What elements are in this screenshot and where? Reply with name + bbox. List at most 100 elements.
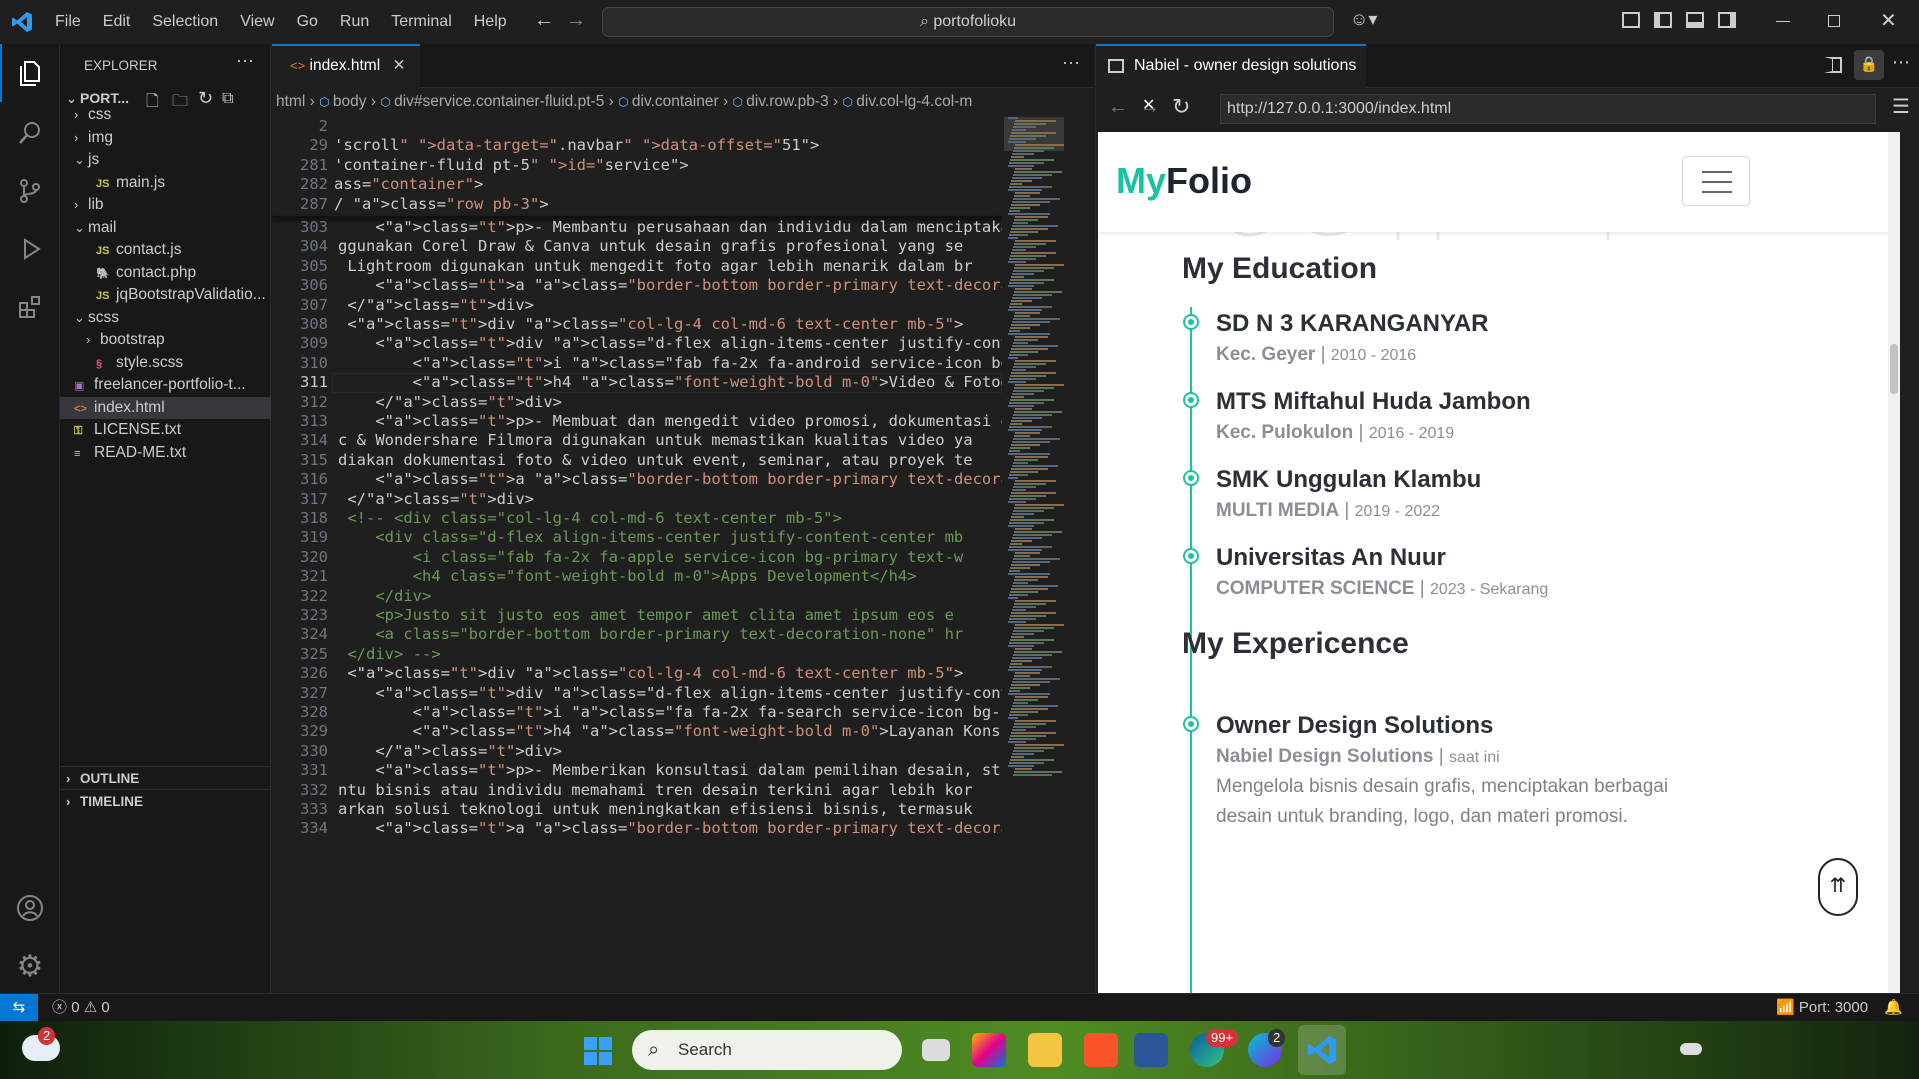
forward-arrow-icon[interactable]: →	[566, 9, 586, 32]
tree-item-jqbootstrapvalidatio-[interactable]: JS jqBootstrapValidatio...	[60, 284, 271, 307]
license-file-icon: ⚿	[74, 425, 83, 437]
chevron-right-icon: ›	[66, 794, 71, 809]
tree-item-bootstrap[interactable]: › bootstrap	[60, 329, 271, 352]
timeline-dot-icon	[1183, 314, 1199, 330]
sticky-scroll-line: 'container-fluid pt-5" ">id="service">	[334, 155, 689, 174]
breadcrumb-item[interactable]: div#service.container-fluid.pt-5	[394, 93, 604, 110]
site-logo[interactable]: MyFolio	[1116, 160, 1252, 202]
tree-item-freelancer-portfolio-t-[interactable]: ▣ freelancer-portfolio-t...	[60, 374, 271, 397]
menu-go[interactable]: Go	[286, 0, 329, 44]
line-number: 324	[300, 625, 328, 644]
page-scrollbar[interactable]	[1888, 132, 1900, 993]
code-line: </"a">class="t">div>	[338, 392, 562, 411]
search-icon[interactable]	[0, 104, 60, 162]
manage-gear-icon[interactable]: ⚙	[0, 937, 60, 995]
accounts-icon[interactable]	[0, 879, 60, 937]
menu-selection[interactable]: Selection	[141, 0, 229, 44]
onedrive-icon[interactable]	[1680, 1043, 1702, 1055]
code-line: <"a">class="t">div "a">class="col-lg-4 c…	[338, 315, 964, 333]
browser-menu-icon[interactable]: ☰	[1892, 94, 1910, 119]
taskbar-search[interactable]: ⌕ Search	[632, 1030, 902, 1070]
url-input[interactable]: http://127.0.0.1:3000/index.html	[1220, 94, 1876, 124]
toggle-secondary-sidebar-icon[interactable]	[1718, 12, 1736, 28]
browser-back-icon[interactable]: ←	[1108, 96, 1128, 119]
tree-item-style-scss[interactable]: § style.scss	[60, 352, 271, 375]
menu-file[interactable]: File	[44, 0, 92, 44]
toggle-panel-icon[interactable]	[1686, 12, 1704, 28]
copilot-app-icon[interactable]	[972, 1033, 1006, 1067]
tree-item-img[interactable]: › img	[60, 127, 271, 150]
timeline-label: TIMELINE	[80, 794, 143, 809]
code-editor[interactable]: 2 29 'scroll" ">data-target=".navbar" ">da…	[272, 117, 1002, 993]
start-windows-icon[interactable]	[584, 1037, 612, 1065]
reload-icon[interactable]: ↻	[1172, 94, 1190, 120]
restore-icon[interactable]	[1828, 15, 1840, 27]
close-window-icon[interactable]: ✕	[1880, 8, 1897, 33]
tab-browser[interactable]: Nabiel - owner design solutions ✕	[1096, 44, 1366, 114]
tree-item-js[interactable]: ⌄ js	[60, 149, 271, 172]
tree-item-label: img	[88, 128, 113, 146]
copilot-icon[interactable]: ☺▾	[1350, 9, 1377, 30]
editor-more-actions-icon[interactable]: ···	[1062, 52, 1080, 73]
page-scrollbar-thumb[interactable]	[1890, 344, 1898, 394]
timeline-section[interactable]: › TIMELINE	[60, 789, 271, 809]
back-arrow-icon[interactable]: ←	[534, 9, 554, 32]
sticky-scroll-line: ass="container">	[334, 175, 484, 194]
lock-icon[interactable]: 🔒	[1854, 50, 1884, 80]
browser-forward-icon[interactable]: →	[1140, 96, 1160, 119]
tree-item-scss[interactable]: ⌄ scss	[60, 307, 271, 330]
menu-help[interactable]: Help	[463, 0, 518, 44]
breadcrumb-item[interactable]: div.col-lg-4.col-m	[856, 93, 972, 110]
vscode-taskbar-icon[interactable]	[1298, 1025, 1346, 1075]
line-number: 282	[300, 175, 328, 194]
problems-indicator[interactable]: ⓧ 0 ⚠ 0	[52, 994, 110, 1021]
tree-item-lib[interactable]: › lib	[60, 194, 271, 217]
file-explorer-icon[interactable]	[1028, 1033, 1062, 1067]
port-indicator[interactable]: 📶 Port: 3000	[1776, 994, 1868, 1021]
split-editor-icon[interactable]	[1824, 57, 1842, 73]
toggle-sidebar-icon[interactable]	[1654, 12, 1672, 28]
tree-item-contact-js[interactable]: JS contact.js	[60, 239, 271, 262]
tree-item-label: contact.php	[116, 263, 197, 281]
tab-index-html[interactable]: <> index.html ✕	[272, 44, 420, 88]
tree-item-index-html[interactable]: <> index.html	[60, 396, 271, 419]
explorer-icon[interactable]	[0, 44, 60, 102]
education-meta: Kec. Geyer | 2010 - 2016	[1216, 344, 1417, 365]
customize-layout-icon[interactable]	[1622, 12, 1640, 28]
minimap[interactable]	[1004, 117, 1084, 993]
navbar-toggler-button[interactable]	[1682, 156, 1750, 206]
more-actions-icon[interactable]: ···	[236, 50, 254, 71]
menu-view[interactable]: View	[229, 0, 285, 44]
brave-browser-icon[interactable]	[1084, 1033, 1118, 1067]
tree-item-mail[interactable]: ⌄ mail	[60, 217, 271, 240]
education-place: COMPUTER SCIENCE	[1216, 578, 1415, 599]
run-debug-icon[interactable]	[0, 220, 60, 278]
tree-item-main-js[interactable]: JS main.js	[60, 172, 271, 195]
menu-edit[interactable]: Edit	[92, 0, 142, 44]
back-to-top-button[interactable]: ⇈	[1818, 858, 1858, 916]
tree-item-read-me-txt[interactable]: ≡ READ-ME.txt	[60, 442, 271, 465]
close-tab-icon[interactable]: ✕	[392, 57, 405, 74]
browser-more-actions-icon[interactable]: ⋯	[1892, 52, 1910, 73]
menu-terminal[interactable]: Terminal	[380, 0, 462, 44]
extensions-icon[interactable]	[0, 278, 60, 336]
word-icon[interactable]	[1134, 1033, 1168, 1067]
notifications-bell-icon[interactable]: 🔔	[1884, 994, 1903, 1021]
line-number: 314	[300, 431, 328, 450]
tree-item-license-txt[interactable]: ⚿ LICENSE.txt	[60, 419, 271, 442]
menu-run[interactable]: Run	[329, 0, 380, 44]
tree-item-css[interactable]: › css	[60, 104, 271, 127]
task-view-icon[interactable]	[922, 1039, 950, 1061]
minimize-icon[interactable]	[1776, 21, 1790, 22]
tree-item-contact-php[interactable]: 🐘 contact.php	[60, 262, 271, 285]
outline-section[interactable]: › OUTLINE	[60, 766, 271, 786]
line-number: 316	[300, 470, 328, 489]
source-control-icon[interactable]	[0, 162, 60, 220]
breadcrumb-item[interactable]: body	[333, 93, 367, 110]
command-center[interactable]: ⌕ portofolioku	[602, 7, 1334, 37]
breadcrumb-item[interactable]: div.row.pb-3	[746, 93, 828, 110]
remote-indicator[interactable]: ⇆	[0, 994, 38, 1021]
js-file-icon: JS	[96, 290, 110, 302]
breadcrumb-item[interactable]: html	[276, 93, 305, 110]
breadcrumb-item[interactable]: div.container	[632, 93, 719, 110]
